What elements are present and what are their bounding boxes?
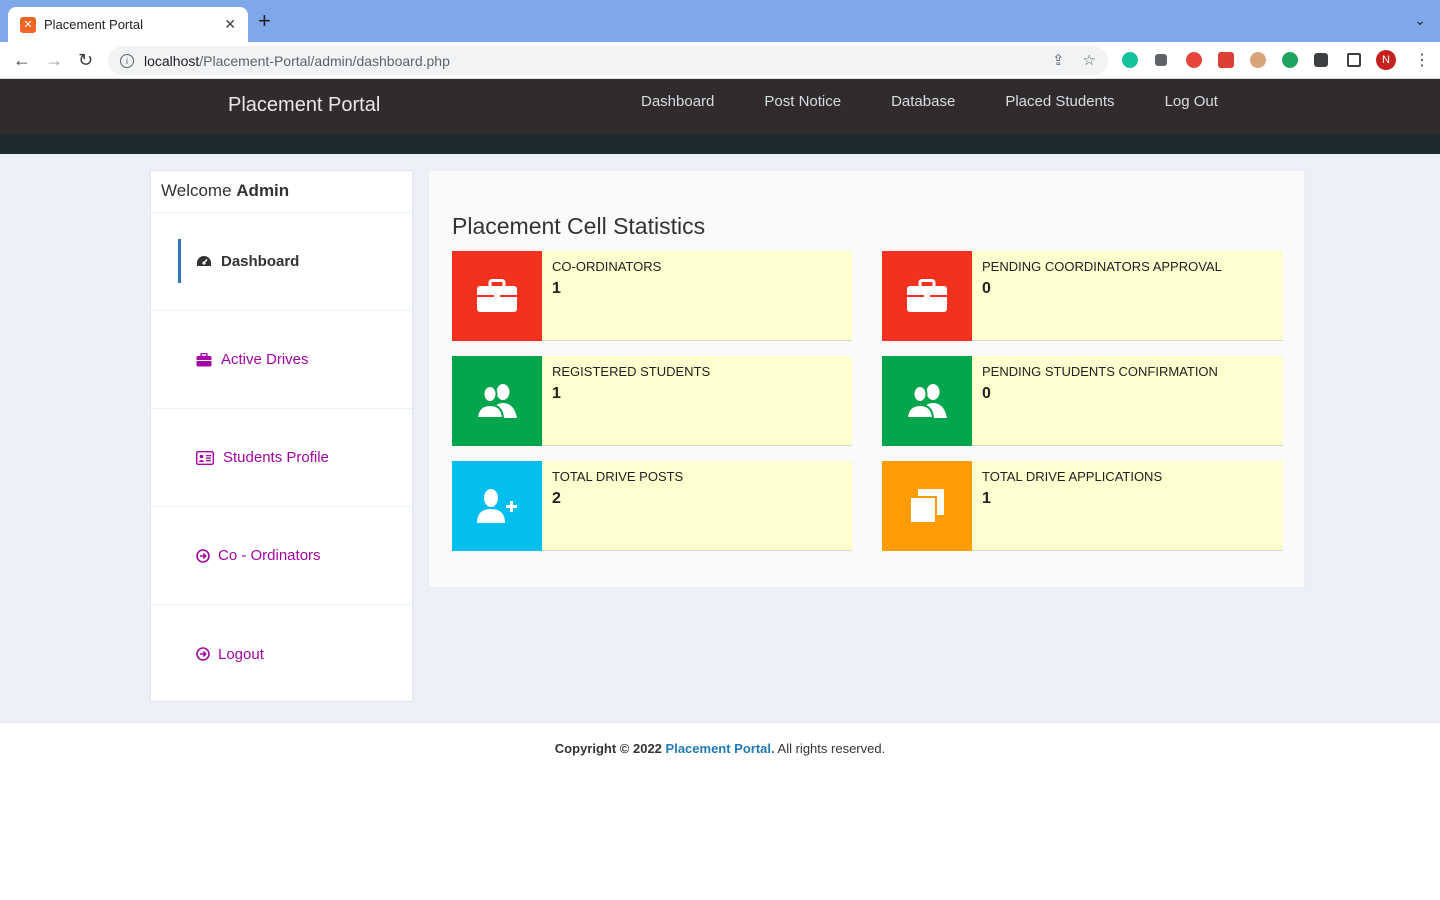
sidebar-item-label: Dashboard xyxy=(221,253,300,270)
dashboard-icon xyxy=(196,255,212,269)
stat-card-label: PENDING STUDENTS CONFIRMATION xyxy=(982,364,1218,379)
fire-extension-icon[interactable] xyxy=(1186,52,1202,68)
side-panel-icon[interactable] xyxy=(1347,53,1361,67)
puzzle-extensions-icon[interactable] xyxy=(1314,53,1328,67)
sidebar-item-label: Co - Ordinators xyxy=(218,547,321,564)
nav-database[interactable]: Database xyxy=(891,93,955,110)
nav-placed-students[interactable]: Placed Students xyxy=(1005,93,1114,110)
url-path: /Placement-Portal/admin/dashboard.php xyxy=(199,52,450,69)
stat-card-pending-students[interactable]: PENDING STUDENTS CONFIRMATION 0 xyxy=(882,356,1283,446)
stat-card-registered-students[interactable]: REGISTERED STUDENTS 1 xyxy=(452,356,852,446)
footer: Copyright © 2022 Placement Portal. All r… xyxy=(0,722,1440,900)
forward-icon[interactable]: → xyxy=(45,50,63,70)
stats-title: Placement Cell Statistics xyxy=(452,213,706,239)
stat-card-value: 1 xyxy=(552,280,561,297)
sidebar-item-active-drives[interactable]: Active Drives xyxy=(151,311,412,409)
page-body: Welcome Admin Dashboard Active Drives St… xyxy=(0,154,1440,722)
sidebar-item-co-ordinators[interactable]: Co - Ordinators xyxy=(151,507,412,605)
nav-dashboard[interactable]: Dashboard xyxy=(641,93,714,110)
stat-card-pending-coordinators[interactable]: PENDING COORDINATORS APPROVAL 0 xyxy=(882,251,1283,341)
nav-log-out[interactable]: Log Out xyxy=(1165,93,1218,110)
sidebar-item-label: Logout xyxy=(218,645,264,663)
copy-icon xyxy=(909,489,944,524)
main-nav: Dashboard Post Notice Database Placed St… xyxy=(641,93,1268,110)
robot-extension-icon[interactable] xyxy=(1282,52,1298,68)
briefcase-icon xyxy=(477,279,517,312)
stat-card-label: TOTAL DRIVE POSTS xyxy=(552,469,684,484)
stat-card-total-drive-posts[interactable]: TOTAL DRIVE POSTS 2 xyxy=(452,461,852,551)
face-extension-icon[interactable] xyxy=(1250,52,1266,68)
todoist-extension-icon[interactable] xyxy=(1218,52,1234,68)
welcome-prefix: Welcome xyxy=(161,181,232,200)
brand-title[interactable]: Placement Portal xyxy=(228,94,380,117)
back-icon[interactable]: ← xyxy=(13,50,31,70)
site-info-icon[interactable]: i xyxy=(120,53,134,68)
welcome-user: Admin xyxy=(236,181,290,200)
sidebar-item-label: Active Drives xyxy=(221,351,309,368)
nav-post-notice[interactable]: Post Notice xyxy=(764,93,841,110)
id-card-icon xyxy=(196,450,214,465)
reload-icon[interactable]: ↻ xyxy=(78,50,93,70)
stat-card-icon-box xyxy=(882,251,972,341)
address-bar[interactable]: i localhost/Placement-Portal/admin/dashb… xyxy=(108,46,1108,75)
new-tab-icon[interactable]: + xyxy=(258,10,271,32)
app-header: Placement Portal Dashboard Post Notice D… xyxy=(0,79,1440,134)
url-text: localhost/Placement-Portal/admin/dashboa… xyxy=(144,53,450,69)
stat-card-label: PENDING COORDINATORS APPROVAL xyxy=(982,259,1222,274)
browser-toolbar: ← → ↻ i localhost/Placement-Portal/admin… xyxy=(0,42,1440,79)
stat-card-icon-box xyxy=(452,356,542,446)
stat-card-value: 1 xyxy=(982,490,991,507)
stat-card-icon-box xyxy=(882,461,972,551)
copyright-suffix: All rights reserved. xyxy=(777,741,886,756)
copyright-prefix: Copyright © 2022 xyxy=(554,741,662,756)
sidebar-item-dashboard[interactable]: Dashboard xyxy=(151,213,412,311)
grammarly-extension-icon[interactable] xyxy=(1122,52,1138,68)
close-tab-icon[interactable]: ✕ xyxy=(224,16,236,33)
briefcase-icon xyxy=(907,279,947,312)
sidebar-item-label: Students Profile xyxy=(223,449,329,466)
arrow-circle-icon xyxy=(196,548,210,563)
stat-card-value: 0 xyxy=(982,280,991,297)
stat-card-value: 1 xyxy=(552,385,561,402)
stat-card-icon-box xyxy=(882,356,972,446)
briefcase-icon xyxy=(196,352,212,367)
footer-portal-link[interactable]: Placement Portal. xyxy=(666,741,775,756)
stat-card-label: CO-ORDINATORS xyxy=(552,259,662,274)
stat-card-icon-box xyxy=(452,251,542,341)
arrow-circle-icon xyxy=(196,647,210,661)
user-plus-icon xyxy=(477,489,517,523)
browser-menu-icon[interactable]: ⋮ xyxy=(1414,50,1430,70)
tab-search-chevron-icon[interactable]: ⌄ xyxy=(1414,12,1426,29)
welcome-text: Welcome Admin xyxy=(151,171,412,213)
sidebar-item-students-profile[interactable]: Students Profile xyxy=(151,409,412,507)
sidebar: Welcome Admin Dashboard Active Drives St… xyxy=(150,170,413,702)
stat-card-label: REGISTERED STUDENTS xyxy=(552,364,711,379)
share-icon[interactable]: ⇪ xyxy=(1052,51,1065,69)
sidebar-item-logout[interactable]: Logout xyxy=(151,605,412,703)
bookmark-star-icon[interactable]: ☆ xyxy=(1083,51,1096,69)
header-strip xyxy=(0,134,1440,154)
profile-avatar[interactable]: N xyxy=(1376,50,1396,70)
stats-panel: Placement Cell Statistics CO-ORDINATORS … xyxy=(428,170,1305,588)
tab-title: Placement Portal xyxy=(44,17,143,32)
stat-card-coordinators[interactable]: CO-ORDINATORS 1 xyxy=(452,251,852,341)
copyright-text: Copyright © 2022 Placement Portal. All r… xyxy=(0,741,1440,756)
xampp-favicon-icon: ✕ xyxy=(20,16,36,33)
users-icon xyxy=(476,384,517,419)
eyedropper-extension-icon[interactable] xyxy=(1155,54,1167,66)
browser-tab[interactable]: ✕ Placement Portal ✕ xyxy=(8,7,248,42)
stat-card-label: TOTAL DRIVE APPLICATIONS xyxy=(982,469,1163,484)
browser-tab-bar: ✕ Placement Portal ✕ + ⌄ xyxy=(0,0,1440,42)
url-host: localhost xyxy=(144,52,200,69)
stat-card-total-drive-applications[interactable]: TOTAL DRIVE APPLICATIONS 1 xyxy=(882,461,1283,551)
stat-card-value: 0 xyxy=(982,385,991,402)
users-icon xyxy=(906,384,947,419)
stat-card-icon-box xyxy=(452,461,542,551)
stat-card-value: 2 xyxy=(552,490,561,507)
